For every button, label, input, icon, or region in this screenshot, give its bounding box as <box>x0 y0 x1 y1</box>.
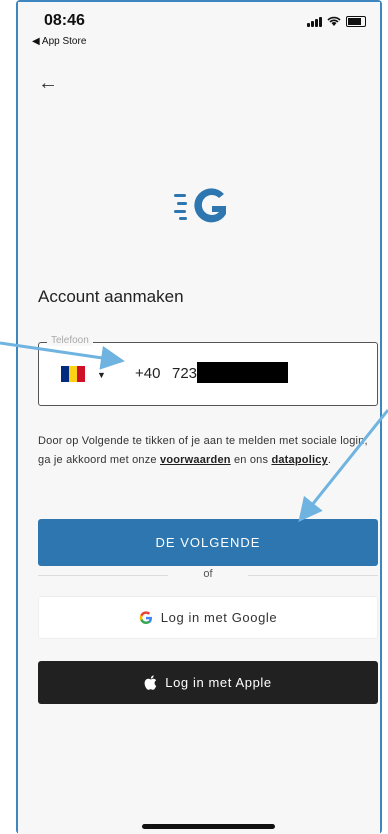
back-to-app-store[interactable]: ◀ App Store <box>32 36 86 47</box>
apple-button-label: Log in met Apple <box>165 675 272 690</box>
country-dropdown-icon[interactable]: ▼ <box>97 370 106 380</box>
country-flag-icon[interactable] <box>61 366 85 382</box>
apple-icon <box>144 675 157 690</box>
privacy-link[interactable]: datapolicy <box>271 454 327 466</box>
status-time: 08:46 <box>44 12 85 29</box>
terms-link[interactable]: voorwaarden <box>160 454 231 466</box>
app-logo <box>174 188 226 223</box>
wifi-icon <box>327 16 341 26</box>
or-divider: of <box>38 568 378 582</box>
redaction-box <box>197 362 288 383</box>
terms-text-part: en ons <box>230 454 272 466</box>
phone-input-field[interactable]: Telefoon ▼ +40 723 <box>38 335 378 406</box>
back-arrow-icon[interactable]: ← <box>38 72 58 95</box>
apple-login-button[interactable]: Log in met Apple <box>38 661 378 704</box>
home-indicator <box>142 824 275 829</box>
terms-text: Door op Volgende te tikken of je aan te … <box>38 432 382 470</box>
google-button-label: Log in met Google <box>160 610 278 625</box>
phone-number-value[interactable]: 723 <box>172 365 197 382</box>
google-icon <box>139 610 152 624</box>
phone-screen: 08:46 ◀ App Store ← Account aanmaken Tel… <box>18 2 380 834</box>
signal-icon <box>307 16 322 27</box>
country-code: +40 <box>135 365 161 382</box>
terms-text-part: . <box>327 454 332 466</box>
battery-icon <box>346 16 366 27</box>
or-label: of <box>203 568 213 580</box>
status-bar: 08:46 ◀ App Store <box>18 2 380 50</box>
phone-field-label: Telefoon <box>47 335 93 346</box>
page-title: Account aanmaken <box>38 287 184 306</box>
status-icons <box>307 16 366 27</box>
next-button[interactable]: DE VOLGENDE <box>38 519 378 566</box>
google-login-button[interactable]: Log in met Google <box>38 596 378 639</box>
